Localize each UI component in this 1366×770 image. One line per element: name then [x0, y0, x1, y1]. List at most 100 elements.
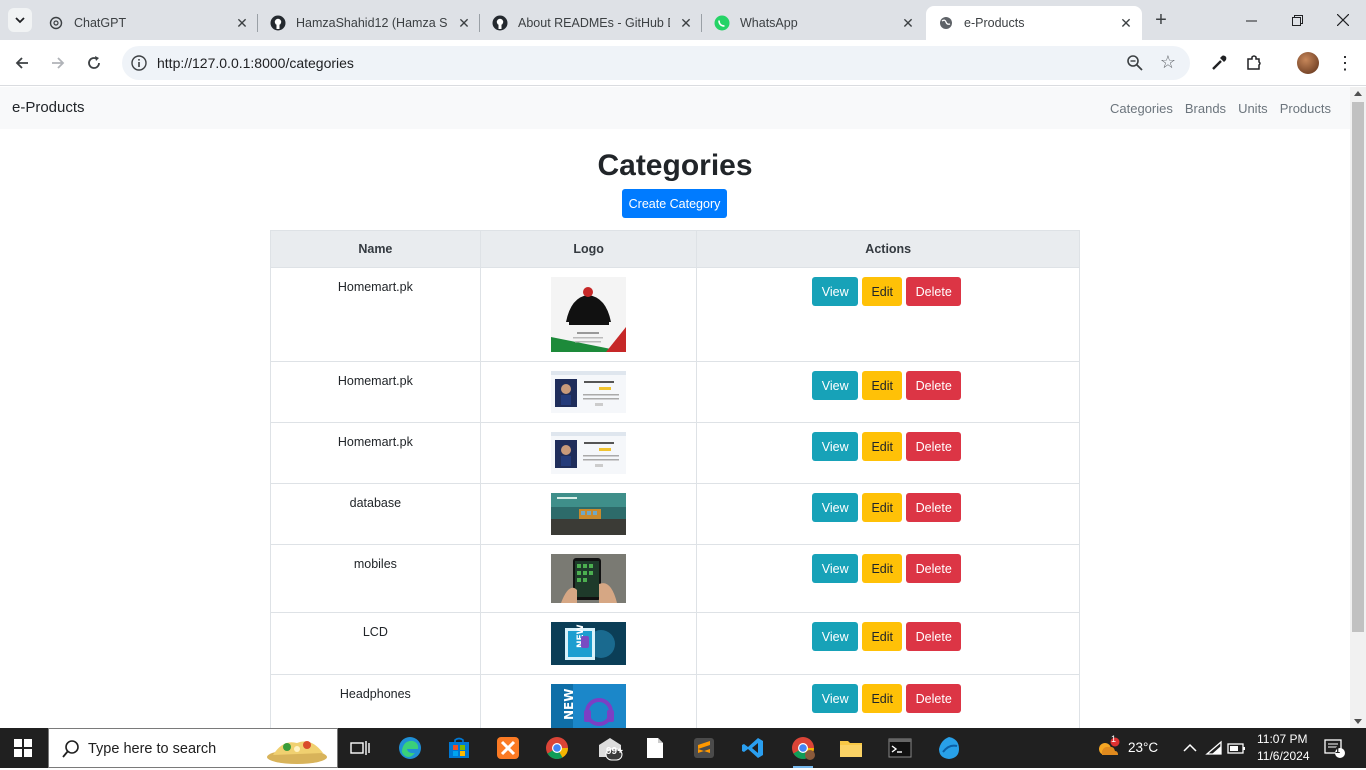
view-button[interactable]: View [812, 493, 859, 522]
tab-github-profile[interactable]: HamzaShahid12 (Hamza Sha ✕ [258, 6, 480, 40]
search-icon [61, 739, 81, 759]
category-logo-image [551, 493, 627, 538]
xampp-icon[interactable] [494, 734, 522, 762]
scrollbar-thumb[interactable] [1352, 102, 1364, 632]
tab-title: e-Products [964, 16, 1025, 30]
tab-search-button[interactable] [8, 8, 32, 32]
delete-button[interactable]: Delete [906, 277, 962, 306]
table-header-row: Name Logo Actions [270, 230, 1080, 268]
tab-title: WhatsApp [740, 16, 798, 30]
task-view-icon[interactable] [346, 734, 374, 762]
scroll-up-icon[interactable] [1354, 91, 1362, 96]
battery-icon[interactable] [1223, 734, 1251, 762]
globe-icon [938, 15, 954, 31]
delete-button[interactable]: Delete [906, 554, 962, 583]
delete-button[interactable]: Delete [906, 622, 962, 651]
edit-button[interactable]: Edit [862, 277, 903, 306]
windows-start-icon[interactable] [14, 739, 32, 757]
close-icon[interactable]: ✕ [900, 15, 916, 31]
app-blue-icon[interactable] [935, 734, 963, 762]
zoom-icon[interactable] [1126, 54, 1144, 72]
edit-button[interactable]: Edit [862, 622, 903, 651]
weather-icon[interactable]: 1 [1094, 734, 1122, 762]
more-menu-icon[interactable]: ⋮ [1336, 53, 1354, 73]
delete-button[interactable]: Delete [906, 684, 962, 713]
close-icon [1337, 14, 1349, 26]
forward-button[interactable] [45, 50, 71, 76]
terminal-icon[interactable] [886, 734, 914, 762]
view-button[interactable]: View [812, 277, 859, 306]
scroll-down-icon[interactable] [1354, 719, 1362, 724]
delete-button[interactable]: Delete [906, 371, 962, 400]
edit-button[interactable]: Edit [862, 493, 903, 522]
category-name: mobiles [270, 544, 481, 613]
close-icon[interactable]: ✕ [456, 15, 472, 31]
close-icon[interactable]: ✕ [1118, 15, 1134, 31]
nav-link-products[interactable]: Products [1280, 101, 1331, 116]
edit-button[interactable]: Edit [862, 554, 903, 583]
minimize-button[interactable] [1228, 6, 1274, 34]
category-logo-image [551, 432, 627, 477]
notifications-icon[interactable]: 1 [1320, 734, 1348, 762]
tab-chatgpt[interactable]: ChatGPT ✕ [36, 6, 258, 40]
svg-text:NEW: NEW [562, 689, 576, 720]
brand-link[interactable]: e-Products [12, 99, 85, 116]
site-navbar: e-Products Categories Brands Units Produ… [0, 87, 1350, 129]
delete-button[interactable]: Delete [906, 493, 962, 522]
sublime-text-icon[interactable] [690, 734, 718, 762]
address-bar[interactable]: http://127.0.0.1:8000/categories ☆ [122, 46, 1190, 80]
tab-e-products[interactable]: e-Products ✕ [926, 6, 1142, 40]
table-row: Homemart.pk View Edit Delete [270, 267, 1080, 362]
category-logo-image [551, 554, 627, 606]
edit-button[interactable]: Edit [862, 432, 903, 461]
weather-alert-count: 1 [1111, 734, 1117, 744]
view-button[interactable]: View [812, 622, 859, 651]
reload-button[interactable] [81, 50, 107, 76]
new-tab-button[interactable]: + [1150, 9, 1172, 31]
close-icon[interactable]: ✕ [234, 15, 250, 31]
view-button[interactable]: View [812, 684, 859, 713]
back-button[interactable] [9, 50, 35, 76]
tab-title: About READMEs - GitHub D [518, 16, 670, 30]
create-category-button[interactable]: Create Category [622, 189, 727, 218]
edit-button[interactable]: Edit [862, 684, 903, 713]
mail-badge-icon[interactable]: 99+ [592, 734, 628, 762]
bookmark-star-icon[interactable]: ☆ [1160, 52, 1176, 73]
tab-whatsapp[interactable]: WhatsApp ✕ [702, 6, 924, 40]
reload-icon [88, 56, 100, 69]
view-button[interactable]: View [812, 432, 859, 461]
clock-date[interactable]: 11/6/2024 [1257, 749, 1310, 763]
weather-temperature[interactable]: 23°C [1128, 740, 1158, 755]
close-icon[interactable]: ✕ [678, 15, 694, 31]
nav-link-brands[interactable]: Brands [1185, 101, 1226, 116]
eyedropper-extension-icon[interactable] [1208, 52, 1230, 74]
vscode-icon[interactable] [739, 734, 767, 762]
view-button[interactable]: View [812, 554, 859, 583]
chrome-icon[interactable] [543, 734, 571, 762]
table-row: LCD NEW View Edit Delete [270, 612, 1080, 675]
site-info-icon[interactable] [130, 54, 148, 72]
view-button[interactable]: View [812, 371, 859, 400]
edit-button[interactable]: Edit [862, 371, 903, 400]
clock-time[interactable]: 11:07 PM [1257, 732, 1307, 746]
microsoft-store-icon[interactable] [445, 734, 473, 762]
windows-taskbar: Type here to search 99+ 1 23°C 11:07 PM … [0, 728, 1366, 768]
nav-link-categories[interactable]: Categories [1110, 101, 1173, 116]
file-icon[interactable] [641, 734, 669, 762]
nav-link-units[interactable]: Units [1238, 101, 1268, 116]
tab-github-readmes[interactable]: About READMEs - GitHub D ✕ [480, 6, 702, 40]
extensions-puzzle-icon[interactable] [1243, 52, 1265, 74]
chrome-profile-icon[interactable] [789, 734, 817, 768]
tab-strip: ChatGPT ✕ HamzaShahid12 (Hamza Sha ✕ Abo… [0, 0, 1366, 40]
restore-button[interactable] [1274, 6, 1320, 34]
file-explorer-icon[interactable] [837, 734, 865, 762]
profile-avatar[interactable] [1297, 52, 1319, 74]
edge-icon[interactable] [396, 734, 424, 762]
page-scrollbar[interactable] [1350, 87, 1366, 728]
nav-links: Categories Brands Units Products [1110, 101, 1331, 116]
delete-button[interactable]: Delete [906, 432, 962, 461]
taskbar-search-box[interactable]: Type here to search [48, 728, 338, 768]
url-text[interactable]: http://127.0.0.1:8000/categories [157, 55, 354, 71]
close-window-button[interactable] [1320, 6, 1366, 34]
tab-title: ChatGPT [74, 16, 127, 30]
